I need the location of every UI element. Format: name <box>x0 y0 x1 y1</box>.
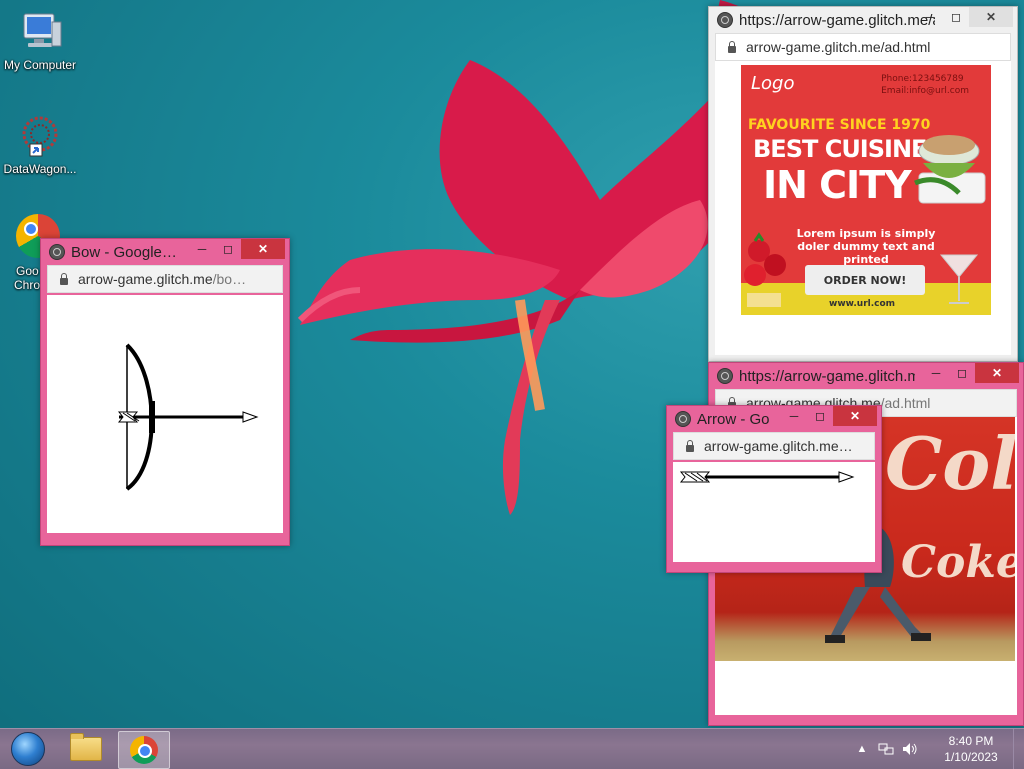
url-text: arrow-game.glitch.me/ad.html <box>746 39 931 55</box>
titlebar[interactable]: Bow - Google Chrome ─ ◻ ✕ <box>41 239 289 265</box>
maximize-button[interactable]: ◻ <box>807 406 833 426</box>
globe-icon <box>717 12 733 28</box>
maximize-button[interactable]: ◻ <box>949 363 975 383</box>
globe-icon <box>675 411 691 427</box>
window-title: Bow - Google Chrome <box>71 243 177 261</box>
window-title: https://arrow-game.glitch.me/ad.html <box>739 11 935 29</box>
ad-headline-1: BEST CUISINE <box>753 135 927 163</box>
taskbar: ▲ 8:40 PM 1/10/2023 <box>0 728 1024 769</box>
window-title: Arrow - Google Chrome <box>697 410 769 428</box>
network-icon[interactable] <box>877 741 895 757</box>
minimize-button[interactable]: ─ <box>781 406 807 426</box>
window-bow[interactable]: Bow - Google Chrome ─ ◻ ✕ arrow-game.gli… <box>40 238 290 546</box>
show-hidden-icons-button[interactable]: ▲ <box>853 741 871 757</box>
minimize-button[interactable]: ─ <box>189 239 215 259</box>
start-button[interactable] <box>6 731 50 767</box>
globe-icon <box>717 368 733 384</box>
close-button[interactable]: ✕ <box>969 7 1013 27</box>
titlebar[interactable]: Arrow - Google Chrome ─ ◻ ✕ <box>667 406 881 432</box>
ad-email: Email:info@url.com <box>881 86 969 96</box>
url-path: /bow.html <box>212 271 253 287</box>
folder-icon <box>70 733 102 761</box>
ad-contact: Phone:123456789 Email:info@url.com <box>881 73 969 97</box>
chevron-up-icon: ▲ <box>856 743 868 755</box>
taskbar-google-chrome[interactable] <box>118 731 170 769</box>
address-bar[interactable]: arrow-game.glitch.me/ad.html <box>715 33 1011 61</box>
desktop-icon-my-computer[interactable]: My Computer <box>0 8 80 72</box>
ad-logo: Logo <box>751 73 795 94</box>
window-ad-top[interactable]: https://arrow-game.glitch.me/ad.html ─ ◻… <box>708 6 1018 362</box>
minimize-button[interactable]: ─ <box>917 7 943 27</box>
chrome-icon <box>130 736 158 764</box>
desktop-icon-label: My Computer <box>3 58 77 72</box>
close-button[interactable]: ✕ <box>241 239 285 259</box>
window-arrow[interactable]: Arrow - Google Chrome ─ ◻ ✕ arrow-game.g… <box>666 405 882 573</box>
maximize-button[interactable]: ◻ <box>215 239 241 259</box>
close-button[interactable]: ✕ <box>975 363 1019 383</box>
ad-tagline: FAVOURITE SINCE 1970 <box>748 117 931 133</box>
windows-logo-icon <box>11 732 45 766</box>
arrow-image[interactable] <box>673 462 875 562</box>
food-bowl-image <box>914 135 986 204</box>
page-content <box>47 295 283 533</box>
url-host: arrow-game.glitch.me <box>78 271 213 287</box>
page-content <box>673 462 875 562</box>
window-title: https://arrow-game.glitch.me/ad.html <box>739 367 915 385</box>
titlebar[interactable]: https://arrow-game.glitch.me/ad.html ─ ◻… <box>709 7 1017 33</box>
minimize-button[interactable]: ─ <box>923 363 949 383</box>
titlebar[interactable]: https://arrow-game.glitch.me/ad.html ─ ◻… <box>709 363 1023 389</box>
show-desktop-button[interactable] <box>1013 729 1024 769</box>
url-path: /ad.html <box>880 395 931 411</box>
lock-icon <box>686 439 694 452</box>
taskbar-file-explorer[interactable] <box>62 731 110 767</box>
order-now-button[interactable]: ORDER NOW! <box>805 265 925 295</box>
ad-website: www.url.com <box>829 299 896 309</box>
clock-date: 1/10/2023 <box>944 750 998 764</box>
datawagon-icon <box>16 112 64 160</box>
maximize-button[interactable]: ◻ <box>943 7 969 27</box>
lock-icon <box>60 272 68 285</box>
lock-icon <box>728 40 736 53</box>
computer-icon <box>16 8 64 56</box>
desktop-icon-datawagon[interactable]: DataWagon... <box>0 112 80 176</box>
url-text: arrow-game.glitch.me/arrow.html <box>704 438 854 454</box>
desktop-icon-label: DataWagon... <box>3 162 77 176</box>
close-button[interactable]: ✕ <box>833 406 877 426</box>
clock[interactable]: 8:40 PM 1/10/2023 <box>935 733 1007 765</box>
clock-time: 8:40 PM <box>948 734 994 748</box>
volume-icon[interactable] <box>901 741 919 757</box>
page-content: Logo Phone:123456789 Email:info@url.com … <box>715 61 1011 355</box>
ad-phone: Phone:123456789 <box>881 74 964 84</box>
address-bar[interactable]: arrow-game.glitch.me/bow.html <box>47 265 283 293</box>
bow-and-arrow-image[interactable] <box>47 295 283 533</box>
globe-icon <box>49 244 65 260</box>
address-bar[interactable]: arrow-game.glitch.me/arrow.html <box>673 432 875 460</box>
ad-headline-2: IN CITY <box>763 163 912 207</box>
ad-body-text: Lorem ipsum is simply doler dummy text a… <box>796 227 936 266</box>
food-ad-banner[interactable]: Logo Phone:123456789 Email:info@url.com … <box>741 65 991 315</box>
system-tray: ▲ 8:40 PM 1/10/2023 <box>853 729 1024 769</box>
